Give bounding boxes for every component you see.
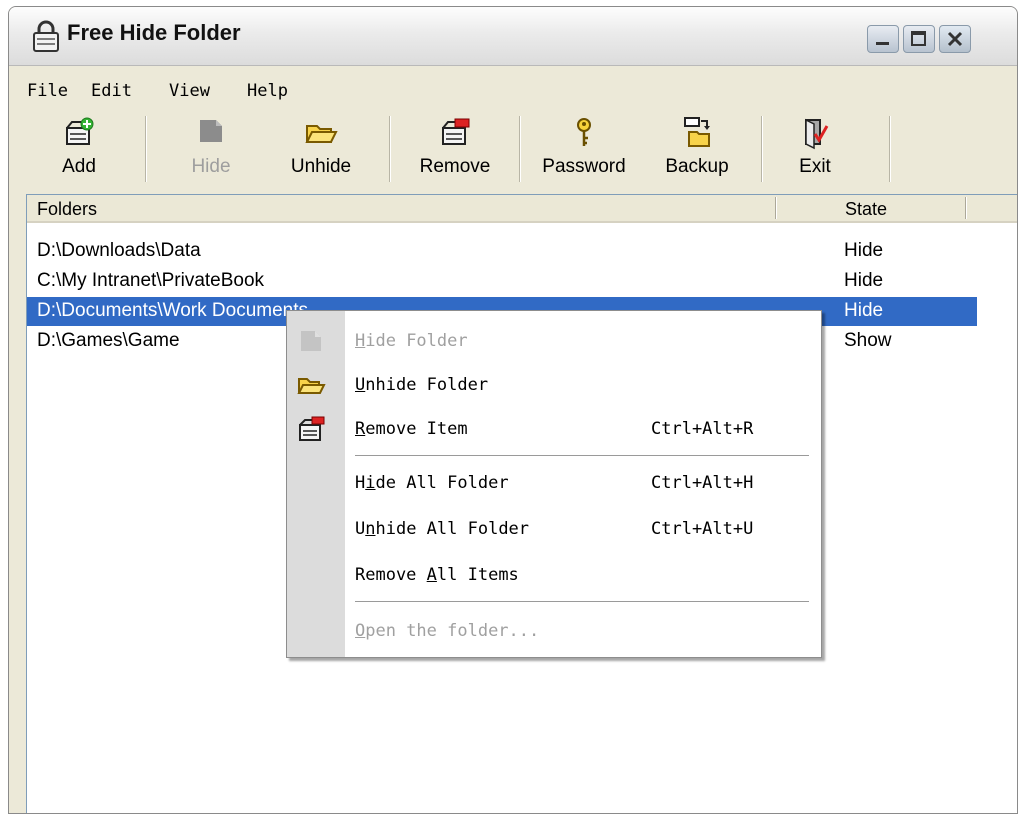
folder-state: Show xyxy=(844,330,892,351)
menu-help[interactable]: Help xyxy=(247,81,288,101)
unhide-button[interactable]: Unhide xyxy=(271,110,371,188)
list-header: Folders State xyxy=(27,195,1017,223)
open-folder-icon xyxy=(297,371,327,406)
key-icon xyxy=(571,116,597,155)
menu-item-label: Unhide All Folder xyxy=(355,519,530,539)
menu-bar: File Edit View Help xyxy=(9,66,1017,110)
password-button[interactable]: Password xyxy=(529,110,639,188)
menu-item-label: Unhide Folder xyxy=(355,375,489,395)
backup-icon xyxy=(679,116,715,155)
menu-item-open-folder[interactable]: Open the folder... xyxy=(287,613,821,649)
backup-button[interactable]: Backup xyxy=(647,110,747,188)
remove-folder-icon xyxy=(437,116,473,155)
close-icon xyxy=(947,31,963,47)
menu-edit[interactable]: Edit xyxy=(91,81,132,101)
folder-path: D:\Downloads\Data xyxy=(37,240,201,261)
exit-button[interactable]: Exit xyxy=(785,110,845,188)
folder-path: D:\Documents\Work Documents xyxy=(37,300,309,321)
remove-label: Remove xyxy=(419,156,491,177)
menu-item-hide-all-folder[interactable]: Hide All Folder Ctrl+Alt+H xyxy=(287,465,821,501)
menu-item-shortcut: Ctrl+Alt+H xyxy=(651,473,754,493)
remove-button[interactable]: Remove xyxy=(405,110,505,188)
toolbar: Add Hide Unhide Remove Password Backup E… xyxy=(9,110,1017,190)
add-button[interactable]: Add xyxy=(39,110,119,188)
menu-item-label: Remove All Items xyxy=(355,565,519,585)
toolbar-separator xyxy=(889,116,891,182)
exit-door-icon xyxy=(800,116,830,155)
folder-path: D:\Games\Game xyxy=(37,330,180,351)
toolbar-separator xyxy=(389,116,391,182)
maximize-icon xyxy=(911,31,926,46)
minimize-button[interactable] xyxy=(867,25,899,53)
remove-folder-icon xyxy=(297,415,327,450)
menu-item-label: Remove Item xyxy=(355,419,468,439)
minimize-icon xyxy=(876,42,889,45)
column-divider[interactable] xyxy=(775,197,777,219)
password-label: Password xyxy=(542,156,626,177)
toolbar-separator xyxy=(519,116,521,182)
menu-item-shortcut: Ctrl+Alt+R xyxy=(651,419,754,439)
open-folder-icon xyxy=(303,116,339,155)
title-bar[interactable]: Free Hide Folder xyxy=(9,7,1017,66)
column-header-state[interactable]: State xyxy=(845,199,887,220)
menu-item-remove-all-items[interactable]: Remove All Items xyxy=(287,557,821,593)
hide-folder-icon xyxy=(194,116,228,155)
folder-state: Hide xyxy=(844,240,884,261)
folder-state: Hide xyxy=(844,300,884,321)
backup-label: Backup xyxy=(665,156,729,177)
hide-label: Hide xyxy=(191,156,231,177)
maximize-button[interactable] xyxy=(903,25,935,53)
menu-item-hide-folder[interactable]: Hide Folder xyxy=(287,323,821,359)
table-row[interactable]: D:\Downloads\Data Hide xyxy=(27,237,977,266)
add-folder-icon xyxy=(62,116,96,155)
column-divider[interactable] xyxy=(965,197,967,219)
hide-button[interactable]: Hide xyxy=(171,110,251,188)
context-menu: Hide Folder Unhide Folder Remove Item Ct… xyxy=(286,310,822,658)
folder-state: Hide xyxy=(844,270,884,291)
menu-item-unhide-all-folder[interactable]: Unhide All Folder Ctrl+Alt+U xyxy=(287,511,821,547)
exit-label: Exit xyxy=(799,156,831,177)
toolbar-separator xyxy=(145,116,147,182)
menu-file[interactable]: File xyxy=(27,81,68,101)
menu-view[interactable]: View xyxy=(169,81,210,101)
padlock-icon xyxy=(31,19,61,53)
menu-item-label: Hide Folder xyxy=(355,331,468,351)
folder-path: C:\My Intranet\PrivateBook xyxy=(37,270,265,291)
table-row[interactable]: C:\My Intranet\PrivateBook Hide xyxy=(27,267,977,296)
hide-folder-icon xyxy=(297,327,327,362)
menu-item-shortcut: Ctrl+Alt+U xyxy=(651,519,754,539)
menu-separator xyxy=(355,601,809,603)
column-header-folders[interactable]: Folders xyxy=(37,199,97,220)
toolbar-separator xyxy=(761,116,763,182)
menu-item-unhide-folder[interactable]: Unhide Folder xyxy=(287,367,821,403)
menu-separator xyxy=(355,455,809,457)
menu-item-label: Hide All Folder xyxy=(355,473,509,493)
menu-item-remove-item[interactable]: Remove Item Ctrl+Alt+R xyxy=(287,411,821,447)
window-title: Free Hide Folder xyxy=(67,20,241,45)
menu-item-label: Open the folder... xyxy=(355,621,540,641)
add-label: Add xyxy=(62,156,96,177)
unhide-label: Unhide xyxy=(290,156,352,177)
close-button[interactable] xyxy=(939,25,971,53)
